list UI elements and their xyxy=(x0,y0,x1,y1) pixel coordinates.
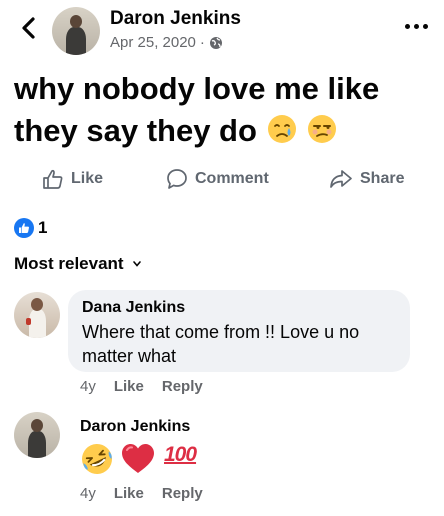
chevron-down-icon xyxy=(132,261,141,267)
dot-icon xyxy=(404,23,410,29)
post-text-line-1: why nobody love me like xyxy=(14,71,380,106)
crying-face-emoji-icon xyxy=(267,115,296,143)
comment-actions: 4y Like Reply xyxy=(80,378,203,395)
comment-reply-button[interactable]: Reply xyxy=(162,378,203,395)
post-text: why nobody love me like they say they do xyxy=(14,68,434,152)
post-date[interactable]: Apr 25, 2020 xyxy=(110,34,196,51)
dot-icon xyxy=(413,23,419,29)
rolling-laughing-emoji-icon xyxy=(82,444,112,474)
comment-text-line-2: matter what xyxy=(82,346,177,366)
share-arrow-icon xyxy=(330,170,352,188)
commenter-avatar[interactable] xyxy=(14,292,60,338)
comment-author-name[interactable]: Dana Jenkins xyxy=(82,299,185,317)
post-text-line-2: they say they do xyxy=(14,110,434,152)
reaction-summary[interactable]: 1 xyxy=(14,218,47,238)
hundred-points-emoji-icon: 100 xyxy=(162,442,200,476)
globe-icon xyxy=(209,36,222,49)
author-avatar[interactable] xyxy=(52,7,100,55)
like-reaction-icon xyxy=(14,218,34,238)
comment-sort-dropdown[interactable]: Most relevant xyxy=(14,254,142,274)
meta-separator: · xyxy=(199,34,205,51)
comment-bubble: Dana Jenkins Where that come from !! Lov… xyxy=(68,290,410,372)
comment-text-line-1: Where that come from !! Love u no xyxy=(82,322,360,342)
comment-time: 4y xyxy=(80,485,96,502)
post-author-name[interactable]: Daron Jenkins xyxy=(110,8,241,30)
chevron-left-icon xyxy=(22,17,35,39)
comment-emojis: 100 xyxy=(80,442,200,476)
back-button[interactable] xyxy=(18,12,40,44)
post-text-line-2-text: they say they do xyxy=(14,113,257,148)
comment-reply-button[interactable]: Reply xyxy=(162,485,203,502)
comment-actions: 4y Like Reply xyxy=(80,485,203,502)
red-heart-emoji-icon xyxy=(122,444,154,473)
comment-text: Where that come from !! Love u no matter… xyxy=(82,320,402,368)
comment-button[interactable]: Comment xyxy=(166,168,269,190)
comment-author-name[interactable]: Daron Jenkins xyxy=(80,418,190,436)
comment-icon xyxy=(167,169,187,189)
comment-time: 4y xyxy=(80,378,96,395)
hundred-points-text: 100 xyxy=(164,443,197,466)
more-options-button[interactable] xyxy=(400,16,432,36)
share-button[interactable]: Share xyxy=(329,168,404,190)
thumbs-up-icon xyxy=(43,169,63,189)
like-label: Like xyxy=(71,170,104,187)
comment-like-button[interactable]: Like xyxy=(114,485,144,502)
reaction-count: 1 xyxy=(38,218,48,237)
sort-label: Most relevant xyxy=(14,254,124,273)
commenter-avatar[interactable] xyxy=(14,412,60,458)
unamused-face-emoji-icon xyxy=(308,115,337,143)
like-button[interactable]: Like xyxy=(42,168,103,190)
comment-label: Comment xyxy=(195,170,269,187)
share-label: Share xyxy=(360,170,405,187)
post-meta: Apr 25, 2020 · xyxy=(110,34,223,51)
comment-like-button[interactable]: Like xyxy=(114,378,144,395)
dot-icon xyxy=(422,23,428,29)
